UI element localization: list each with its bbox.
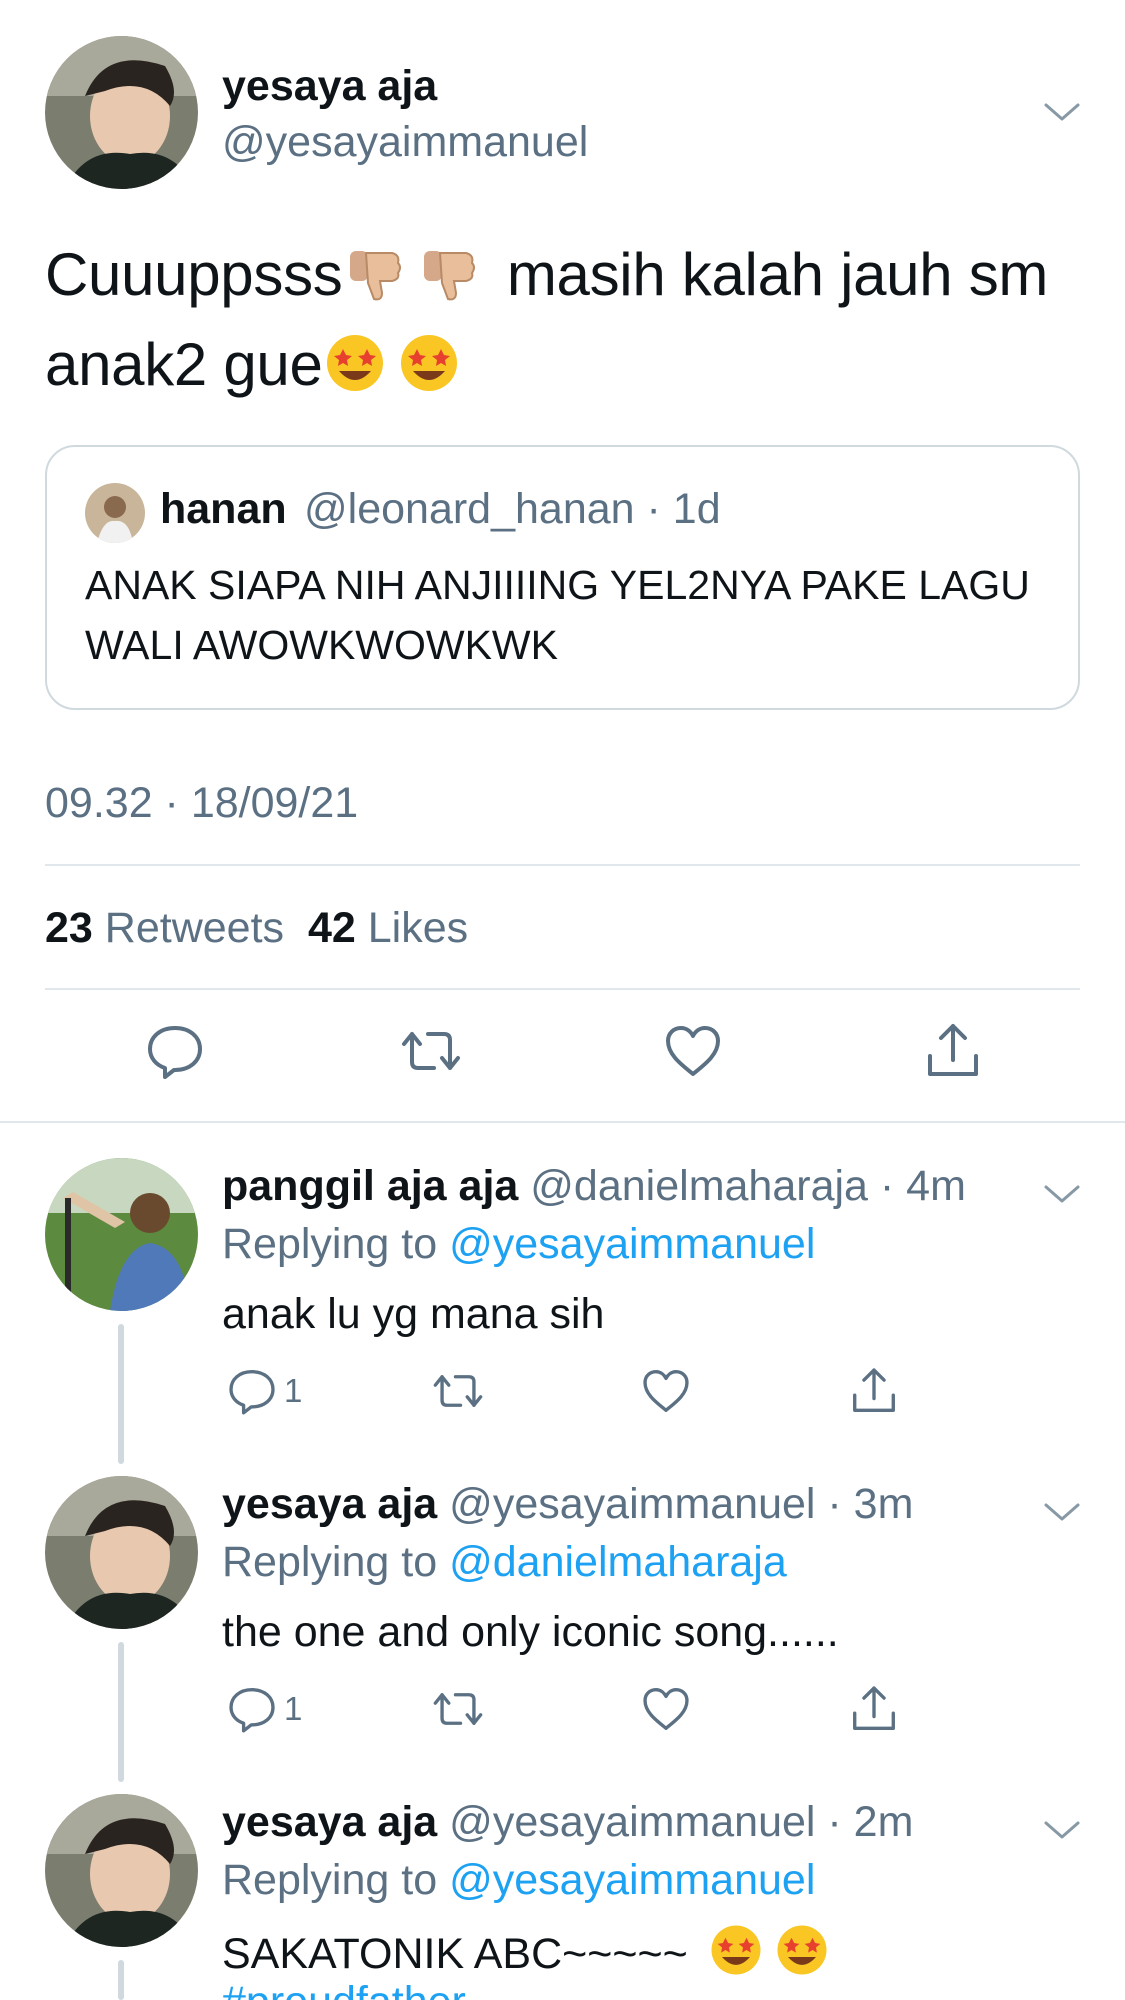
tweet-text-part1: Cuuuppsss [45, 241, 343, 308]
reply-action-bar: 1 [222, 1363, 922, 1423]
like-label[interactable]: Likes [368, 904, 468, 952]
divider [45, 988, 1080, 990]
chevron-down-icon[interactable] [1040, 1490, 1084, 1534]
share-button[interactable] [848, 1681, 900, 1737]
reply-icon[interactable] [226, 1683, 278, 1735]
reply-text: SAKATONIK ABC~~~~~ [222, 1922, 840, 1982]
thumbs-down-emoji-icon [342, 240, 406, 304]
like-icon[interactable] [662, 1020, 724, 1082]
replying-to: Replying to @yesayaimmanuel [222, 1216, 815, 1272]
reply-author-name[interactable]: yesaya aja [222, 1480, 437, 1528]
retweet-label[interactable]: Retweets [105, 904, 284, 952]
retweet-button[interactable] [432, 1681, 484, 1737]
reply-header: yesaya aja @yesayaimmanuel · 3m [222, 1476, 913, 1532]
reply-button[interactable]: 1 [226, 1681, 302, 1737]
avatar[interactable] [45, 1158, 198, 1311]
reply-text: anak lu yg mana sih [222, 1290, 605, 1338]
hashtag-link[interactable]: #proudfather [222, 1974, 466, 2000]
tweet-timestamp: 09.32 · 18/09/21 [45, 779, 359, 827]
star-struck-emoji-icon [708, 1922, 764, 1978]
thread-line [118, 1324, 124, 1464]
thread-line [118, 1960, 124, 2000]
reply-header: panggil aja aja @danielmaharaja · 4m [222, 1158, 966, 1214]
replying-mention[interactable]: @yesayaimmanuel [449, 1220, 815, 1268]
like-icon[interactable] [640, 1683, 692, 1735]
tweet-text-part2: masih kalah jauh sm [506, 241, 1049, 308]
tweet-text-part3: anak2 gue [45, 331, 323, 398]
quote-avatar[interactable] [85, 483, 145, 543]
reply-author-handle[interactable]: @yesayaimmanuel · 2m [449, 1798, 913, 1846]
quote-author-name: hanan [160, 485, 287, 533]
reply-tweet[interactable]: yesaya aja @yesayaimmanuel · 3m Replying… [0, 1476, 1125, 1794]
retweet-icon[interactable] [432, 1683, 484, 1735]
like-count[interactable]: 42 [308, 904, 356, 952]
reply-tweet[interactable]: yesaya aja @yesayaimmanuel · 2m Replying… [0, 1794, 1125, 2000]
tweet-action-bar [0, 1020, 1125, 1092]
star-struck-emoji-icon [323, 330, 387, 394]
share-icon[interactable] [848, 1365, 900, 1417]
reply-text-body: SAKATONIK ABC~~~~~ [222, 1930, 688, 1978]
replying-mention[interactable]: @yesayaimmanuel [449, 1856, 815, 1904]
quoted-tweet[interactable]: hanan @leonard_hanan · 1d ANAK SIAPA NIH… [45, 445, 1080, 710]
chevron-down-icon[interactable] [1040, 90, 1084, 134]
retweet-icon[interactable] [400, 1020, 462, 1082]
reply-action-bar: 1 [222, 1681, 922, 1741]
share-button[interactable] [848, 1363, 900, 1419]
retweet-count[interactable]: 23 [45, 904, 93, 952]
engagement-stats: 23 Retweets 42 Likes [45, 900, 468, 956]
reply-author-handle[interactable]: @yesayaimmanuel · 3m [449, 1480, 913, 1528]
share-icon[interactable] [848, 1683, 900, 1735]
reply-author-name[interactable]: panggil aja aja [222, 1162, 518, 1210]
main-tweet: yesaya aja @yesayaimmanuel Cuuuppsss mas… [0, 0, 1125, 1123]
replying-mention[interactable]: @danielmaharaja [449, 1538, 787, 1586]
reply-count: 1 [284, 1690, 303, 1727]
reply-count: 1 [284, 1372, 303, 1409]
reply-author-name[interactable]: yesaya aja [222, 1798, 437, 1846]
star-struck-emoji-icon [774, 1922, 830, 1978]
section-divider [0, 1121, 1125, 1123]
replying-to: Replying to @danielmaharaja [222, 1534, 787, 1590]
reply-tweet[interactable]: panggil aja aja @danielmaharaja · 4m Rep… [0, 1158, 1125, 1476]
like-button[interactable] [640, 1363, 692, 1419]
reply-button[interactable]: 1 [226, 1363, 302, 1419]
reply-icon[interactable] [226, 1365, 278, 1417]
reply-header: yesaya aja @yesayaimmanuel · 2m [222, 1794, 913, 1850]
quote-author-handle: @leonard_hanan · 1d [304, 485, 721, 533]
star-struck-emoji-icon [397, 330, 461, 394]
reply-icon[interactable] [144, 1020, 206, 1082]
author-handle[interactable]: @yesayaimmanuel [222, 114, 588, 170]
author-name[interactable]: yesaya aja [222, 58, 437, 114]
replying-label: Replying to [222, 1856, 438, 1904]
thumbs-down-emoji-icon [416, 240, 480, 304]
chevron-down-icon[interactable] [1040, 1172, 1084, 1216]
reply-text: the one and only iconic song...... [222, 1608, 839, 1656]
retweet-button[interactable] [432, 1363, 484, 1419]
avatar[interactable] [45, 1794, 198, 1947]
divider [45, 864, 1080, 866]
quote-text: ANAK SIAPA NIH ANJIIIING YEL2NYA PAKE LA… [85, 562, 1030, 668]
retweet-icon[interactable] [432, 1365, 484, 1417]
chevron-down-icon[interactable] [1040, 1808, 1084, 1852]
like-icon[interactable] [640, 1365, 692, 1417]
share-icon[interactable] [922, 1020, 984, 1082]
tweet-text: Cuuuppsss masih kalah jauh sm anak2 gue [45, 230, 1085, 410]
replying-to: Replying to @yesayaimmanuel [222, 1852, 815, 1908]
replying-label: Replying to [222, 1538, 438, 1586]
like-button[interactable] [640, 1681, 692, 1737]
thread-line [118, 1642, 124, 1782]
avatar[interactable] [45, 1476, 198, 1629]
reply-author-handle[interactable]: @danielmaharaja · 4m [530, 1162, 966, 1210]
replying-label: Replying to [222, 1220, 438, 1268]
avatar[interactable] [45, 36, 198, 189]
